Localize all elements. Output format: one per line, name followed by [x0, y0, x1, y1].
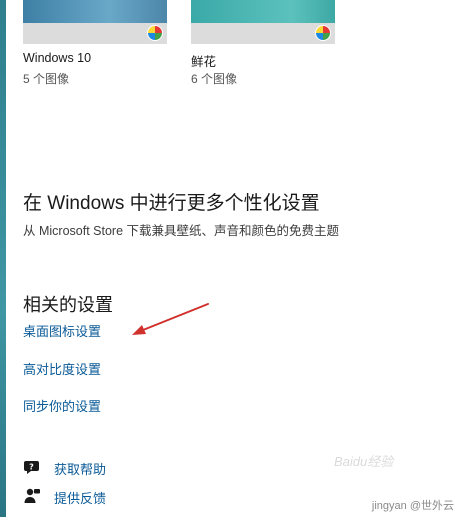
give-feedback-label: 提供反馈	[54, 491, 107, 506]
color-wheel-icon	[147, 25, 163, 41]
theme-thumbnail[interactable]	[191, 0, 335, 44]
svg-text:?: ?	[29, 463, 34, 472]
theme-card-windows10[interactable]: Windows 10 5 个图像	[23, 0, 167, 86]
watermark: Baidu经验 jingyan @世外云	[334, 454, 454, 513]
annotation-arrow-icon	[132, 303, 209, 335]
desktop-icon-settings-link[interactable]: 桌面图标设置	[23, 321, 101, 340]
more-personalization-heading: 在 Windows 中进行更多个性化设置	[23, 193, 320, 214]
theme-image-count: 5 个图像	[23, 72, 70, 86]
theme-image-count: 6 个图像	[191, 72, 238, 86]
feedback-icon	[24, 488, 40, 503]
theme-card-flowers[interactable]: 鲜花 6 个图像	[191, 0, 335, 86]
get-help-label: 获取帮助	[54, 462, 107, 477]
color-wheel-icon	[315, 25, 331, 41]
watermark-text: jingyan @世外云	[371, 500, 454, 512]
theme-name: 鲜花	[191, 55, 217, 69]
related-settings-heading: 相关的设置	[23, 295, 113, 315]
theme-color-bar	[23, 23, 167, 44]
more-personalization-description: 从 Microsoft Store 下载兼具壁纸、声音和颜色的免费主题	[23, 224, 339, 238]
theme-name: Windows 10	[23, 51, 92, 65]
high-contrast-settings-link[interactable]: 高对比度设置	[23, 359, 101, 378]
theme-preview-image	[23, 0, 167, 23]
theme-thumbnail[interactable]	[23, 0, 167, 44]
desktop-edge	[0, 0, 6, 517]
watermark-logo: Baidu经验	[334, 454, 394, 469]
theme-color-bar	[191, 23, 335, 44]
help-chat-icon: ?	[24, 461, 39, 474]
theme-preview-image	[191, 0, 335, 23]
sync-settings-link[interactable]: 同步你的设置	[23, 396, 101, 415]
